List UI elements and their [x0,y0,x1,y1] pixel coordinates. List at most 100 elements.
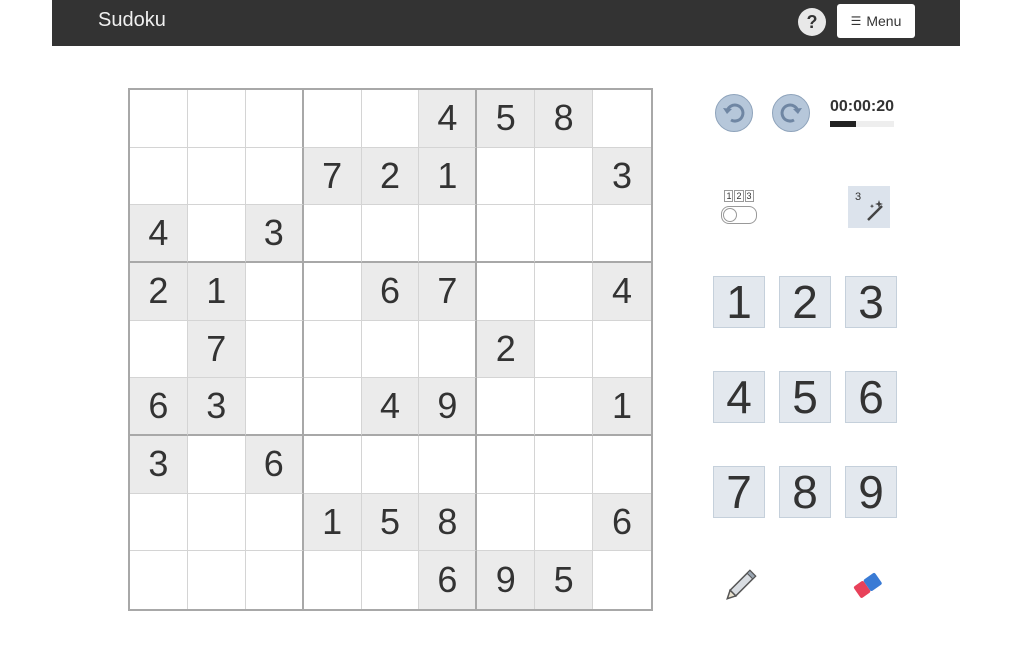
board-cell[interactable] [477,147,536,206]
board-cell[interactable] [593,205,651,263]
board-cell[interactable] [535,147,594,206]
board-cell[interactable] [130,493,188,552]
board-cell[interactable] [361,551,420,609]
board-cell[interactable]: 5 [361,493,420,552]
board-cell[interactable]: 9 [419,378,478,436]
board-cell[interactable]: 4 [419,90,478,148]
board-cell[interactable]: 6 [130,378,188,436]
board-cell[interactable]: 5 [477,90,536,148]
redo-button[interactable] [772,94,810,132]
board-cell[interactable] [361,205,420,263]
notes-mode-toggle[interactable]: 1 2 3 [719,190,759,226]
board-cell[interactable] [303,551,362,609]
board-cell[interactable] [303,436,362,494]
board-cell[interactable]: 8 [535,90,594,148]
board-cell[interactable]: 6 [361,263,420,321]
board-cell[interactable]: 3 [593,147,651,206]
board-cell[interactable]: 1 [187,263,246,321]
board-cell[interactable] [361,320,420,379]
board-cell[interactable] [303,205,362,263]
notes-toggle-switch[interactable] [721,206,757,224]
board-cell[interactable] [187,436,246,494]
number-button-4[interactable]: 4 [713,371,765,423]
board-cell[interactable]: 4 [361,378,420,436]
board-cell[interactable]: 1 [419,147,478,206]
undo-button[interactable] [715,94,753,132]
number-button-1[interactable]: 1 [713,276,765,328]
number-button-7[interactable]: 7 [713,466,765,518]
board-cell[interactable]: 1 [593,378,651,436]
board-cell[interactable]: 8 [419,493,478,552]
board-cell[interactable] [477,493,536,552]
board-cell[interactable] [187,205,246,263]
board-cell[interactable] [245,320,304,379]
board-cell[interactable] [477,263,536,321]
board-cell[interactable] [130,320,188,379]
board-cell[interactable] [419,436,478,494]
board-cell[interactable] [303,263,362,321]
board-cell[interactable] [303,90,362,148]
board-cell[interactable] [130,147,188,206]
board-cell[interactable] [477,205,536,263]
board-cell[interactable] [245,493,304,552]
menu-button[interactable]: ☰ Menu [837,4,915,38]
board-cell[interactable]: 7 [303,147,362,206]
board-cell[interactable]: 1 [303,493,362,552]
board-cell[interactable]: 7 [187,320,246,379]
board-cell[interactable] [535,263,594,321]
board-cell[interactable] [245,263,304,321]
board-cell[interactable] [245,378,304,436]
number-button-8[interactable]: 8 [779,466,831,518]
board-cell[interactable]: 6 [419,551,478,609]
board-cell[interactable]: 7 [419,263,478,321]
board-cell[interactable] [593,90,651,148]
board-cell[interactable] [245,147,304,206]
board-cell[interactable]: 4 [130,205,188,263]
pencil-button[interactable] [718,564,762,608]
board-cell[interactable]: 2 [130,263,188,321]
board-cell[interactable] [535,378,594,436]
board-cell[interactable] [303,320,362,379]
board-cell[interactable] [419,320,478,379]
board-cell[interactable]: 2 [361,147,420,206]
board-cell[interactable] [535,205,594,263]
board-cell[interactable]: 3 [245,205,304,263]
board-cell[interactable] [477,378,536,436]
board-cell[interactable] [187,551,246,609]
board-cell[interactable]: 5 [535,551,594,609]
brand-title[interactable]: Sudoku [98,9,166,32]
eraser-button[interactable] [845,564,889,608]
board-cell[interactable]: 9 [477,551,536,609]
board-cell[interactable] [245,551,304,609]
board-cell[interactable] [593,436,651,494]
board-cell[interactable] [535,320,594,379]
board-cell[interactable] [130,90,188,148]
board-cell[interactable]: 6 [245,436,304,494]
board-cell[interactable]: 2 [477,320,536,379]
number-button-3[interactable]: 3 [845,276,897,328]
board-cell[interactable] [361,436,420,494]
board-cell[interactable] [593,320,651,379]
board-cell[interactable]: 3 [187,378,246,436]
number-button-5[interactable]: 5 [779,371,831,423]
board-cell[interactable] [535,493,594,552]
board-cell[interactable] [187,90,246,148]
number-button-9[interactable]: 9 [845,466,897,518]
board-cell[interactable]: 4 [593,263,651,321]
board-cell[interactable] [361,90,420,148]
board-cell[interactable] [187,493,246,552]
number-button-6[interactable]: 6 [845,371,897,423]
number-button-2[interactable]: 2 [779,276,831,328]
board-cell[interactable] [245,90,304,148]
board-cell[interactable]: 6 [593,493,651,552]
board-cell[interactable]: 3 [130,436,188,494]
board-cell[interactable] [593,551,651,609]
board-cell[interactable] [535,436,594,494]
board-cell[interactable] [187,147,246,206]
board-cell[interactable] [130,551,188,609]
board-cell[interactable] [477,436,536,494]
board-cell[interactable] [303,378,362,436]
board-cell[interactable] [419,205,478,263]
help-button[interactable]: ? [798,8,826,36]
hint-button[interactable]: 3 [848,186,890,228]
